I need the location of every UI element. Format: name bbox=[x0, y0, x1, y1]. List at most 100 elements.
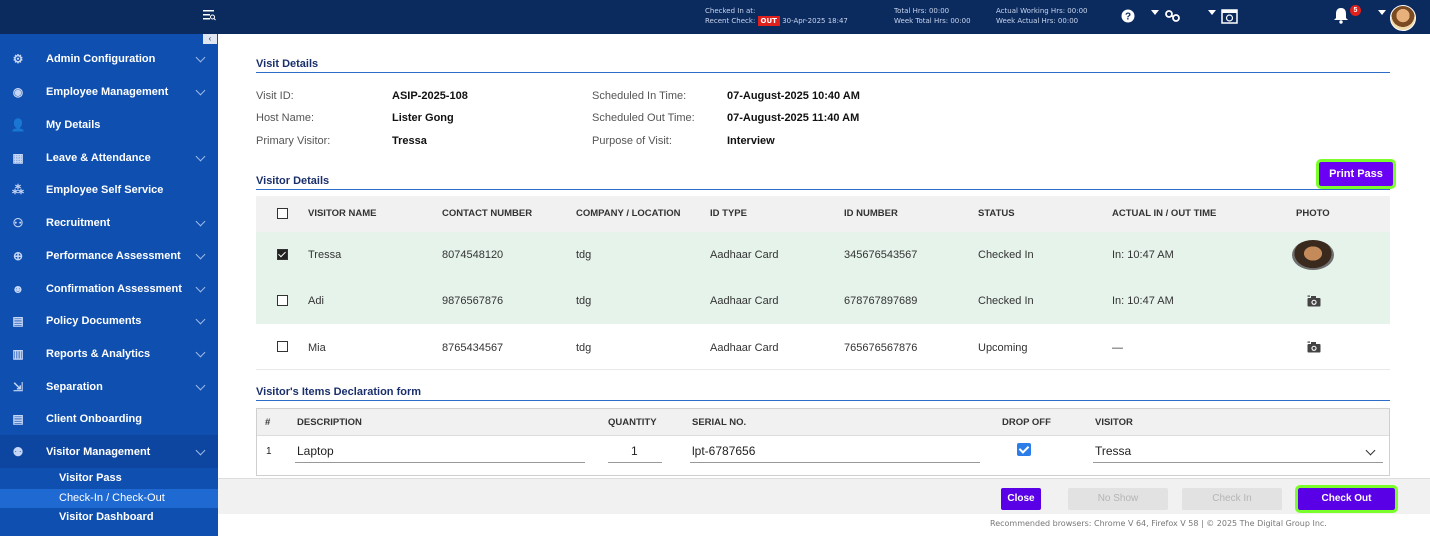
hours-info: Total Hrs: 00:00 Week Total Hrs: 00:00 bbox=[894, 6, 971, 26]
chevron-down-icon[interactable] bbox=[195, 314, 206, 325]
sidebar-item-reports-analytics[interactable]: ▥ Reports & Analytics bbox=[0, 337, 218, 370]
col-index: # bbox=[265, 417, 271, 428]
sidebar-item-admin-configuration[interactable]: ⚙ Admin Configuration bbox=[0, 42, 218, 75]
self-service-icon: ⁂ bbox=[12, 183, 24, 197]
sidebar-item-label: Client Onboarding bbox=[46, 413, 142, 425]
sidebar: ‹ ⚙ Admin Configuration ◉ Employee Manageme… bbox=[0, 34, 218, 536]
col-photo: PHOTO bbox=[1296, 208, 1330, 219]
total-hrs: Total Hrs: 00:00 bbox=[894, 7, 950, 15]
svg-text:?: ? bbox=[1125, 12, 1131, 23]
camera-icon[interactable] bbox=[1307, 341, 1321, 353]
visit-id-value: ASIP-2025-108 bbox=[392, 90, 468, 102]
chevron-down-icon[interactable] bbox=[195, 347, 206, 358]
sidebar-item-my-details[interactable]: 👤 My Details bbox=[0, 108, 218, 141]
sidebar-item-label: Reports & Analytics bbox=[46, 348, 151, 360]
row-checkbox[interactable] bbox=[277, 249, 288, 260]
profile-caret-icon[interactable] bbox=[1378, 10, 1386, 15]
row-checkbox[interactable] bbox=[277, 295, 288, 306]
sidebar-item-client-onboarding[interactable]: ▤ Client Onboarding bbox=[0, 402, 218, 435]
col-actual-time: ACTUAL IN / OUT TIME bbox=[1112, 208, 1217, 219]
link-caret-icon[interactable] bbox=[1208, 10, 1216, 15]
recent-check-label: Recent Check: bbox=[705, 17, 756, 25]
sidebar-item-employee-management[interactable]: ◉ Employee Management bbox=[0, 75, 218, 108]
recruitment-icon: ⚇ bbox=[12, 216, 24, 230]
sidebar-item-performance-assessment[interactable]: ⊕ Performance Assessment bbox=[0, 239, 218, 272]
drop-off-checkbox[interactable] bbox=[1017, 443, 1031, 456]
sidebar-item-employee-self-service[interactable]: ⁂ Employee Self Service bbox=[0, 173, 218, 206]
select-all-checkbox[interactable] bbox=[277, 208, 288, 219]
sidebar-item-visitor-management[interactable]: ⚉ Visitor Management bbox=[0, 435, 218, 468]
bell-icon[interactable] bbox=[1333, 7, 1349, 24]
onboarding-icon: ▤ bbox=[12, 412, 24, 426]
sidebar-item-separation[interactable]: ⇲ Separation bbox=[0, 370, 218, 403]
item-serial-input[interactable]: lpt-6787656 bbox=[692, 444, 755, 458]
visit-details-rule bbox=[256, 72, 1390, 73]
actual-time: — bbox=[1112, 342, 1123, 354]
visitor-details-title: Visitor Details bbox=[256, 175, 330, 187]
chevron-down-icon[interactable] bbox=[195, 445, 206, 456]
week-actual-hrs: Week Actual Hrs: 00:00 bbox=[996, 17, 1079, 25]
item-description-input[interactable]: Laptop bbox=[297, 444, 334, 458]
visitor-icon: ⚉ bbox=[12, 445, 24, 459]
check-in-button[interactable]: Check In bbox=[1182, 488, 1282, 510]
confirmation-icon: ☻ bbox=[11, 282, 25, 296]
chevron-down-icon[interactable] bbox=[195, 85, 206, 96]
scheduled-out-label: Scheduled Out Time: bbox=[592, 112, 695, 124]
chevron-down-icon[interactable] bbox=[195, 282, 206, 293]
actual-working-hrs: Actual Working Hrs: 00:00 bbox=[996, 7, 1088, 15]
id-type: Aadhaar Card bbox=[710, 249, 779, 261]
footer-copyright: Recommended browsers: Chrome V 64, Firef… bbox=[990, 519, 1327, 528]
main-content: Visit Details Visit ID: ASIP-2025-108 Ho… bbox=[218, 34, 1430, 536]
sidebar-item-confirmation-assessment[interactable]: ☻ Confirmation Assessment bbox=[0, 272, 218, 305]
item-visitor-select[interactable]: Tressa bbox=[1095, 444, 1131, 458]
scheduled-in-label: Scheduled In Time: bbox=[592, 90, 687, 102]
document-icon: ▤ bbox=[12, 314, 24, 328]
sidebar-subitem-visitor-pass[interactable]: Visitor Pass bbox=[0, 469, 218, 488]
sidebar-item-recruitment[interactable]: ⚇ Recruitment bbox=[0, 206, 218, 239]
col-company-location: COMPANY / LOCATION bbox=[576, 208, 681, 219]
col-status: STATUS bbox=[978, 208, 1015, 219]
user-avatar[interactable] bbox=[1390, 5, 1416, 31]
visitor-photo[interactable] bbox=[1292, 240, 1334, 270]
col-description: DESCRIPTION bbox=[297, 417, 362, 428]
visit-details-title: Visit Details bbox=[256, 58, 319, 70]
no-show-button[interactable]: No Show bbox=[1068, 488, 1168, 510]
serial-underline bbox=[690, 462, 980, 463]
employee-icon: ◉ bbox=[12, 85, 24, 99]
items-table: # DESCRIPTION QUANTITY SERIAL NO. DROP O… bbox=[256, 408, 1390, 476]
gear-icon: ⚙ bbox=[12, 52, 24, 66]
link-icon[interactable] bbox=[1165, 10, 1181, 22]
chevron-down-icon[interactable] bbox=[195, 216, 206, 227]
row-checkbox[interactable] bbox=[277, 341, 288, 352]
sidebar-subitem-label: Visitor Dashboard bbox=[59, 511, 154, 523]
chevron-down-icon[interactable] bbox=[195, 380, 206, 391]
visitor-name: Mia bbox=[308, 342, 326, 354]
help-icon[interactable]: ? bbox=[1121, 9, 1135, 23]
id-number: 678767897689 bbox=[844, 295, 918, 307]
menu-toggle-icon[interactable] bbox=[202, 8, 216, 22]
quantity-underline bbox=[608, 462, 662, 463]
id-number: 765676567876 bbox=[844, 342, 918, 354]
check-out-button[interactable]: Check Out bbox=[1295, 485, 1398, 513]
performance-icon: ⊕ bbox=[12, 249, 24, 263]
week-total-hrs: Week Total Hrs: 00:00 bbox=[894, 17, 971, 25]
help-caret-icon[interactable] bbox=[1151, 10, 1159, 15]
calendar-clock-icon[interactable] bbox=[1221, 8, 1238, 24]
host-name-label: Host Name: bbox=[256, 112, 315, 124]
item-quantity-input[interactable]: 1 bbox=[631, 444, 638, 458]
sidebar-subitem-check-in-check-out[interactable]: Check-In / Check-Out bbox=[0, 489, 218, 508]
top-bar: Checked In at: Recent Check: OUT 30-Apr-… bbox=[0, 0, 1430, 34]
sidebar-subitem-visitor-dashboard[interactable]: Visitor Dashboard bbox=[0, 508, 218, 527]
print-pass-button[interactable]: Print Pass bbox=[1316, 159, 1396, 189]
close-button[interactable]: Close bbox=[1001, 488, 1041, 510]
chevron-down-icon[interactable] bbox=[195, 52, 206, 63]
sidebar-item-leave-attendance[interactable]: ▦ Leave & Attendance bbox=[0, 141, 218, 174]
sidebar-item-policy-documents[interactable]: ▤ Policy Documents bbox=[0, 304, 218, 337]
sidebar-subitem-label: Check-In / Check-Out bbox=[59, 492, 165, 504]
chevron-down-icon[interactable] bbox=[1365, 445, 1376, 456]
table-row: Tressa 8074548120 tdg Aadhaar Card 345676543… bbox=[256, 232, 1390, 278]
chevron-down-icon[interactable] bbox=[195, 151, 206, 162]
chevron-down-icon[interactable] bbox=[195, 249, 206, 260]
camera-icon[interactable] bbox=[1307, 295, 1321, 307]
scheduled-in-value: 07-August-2025 10:40 AM bbox=[727, 90, 860, 102]
